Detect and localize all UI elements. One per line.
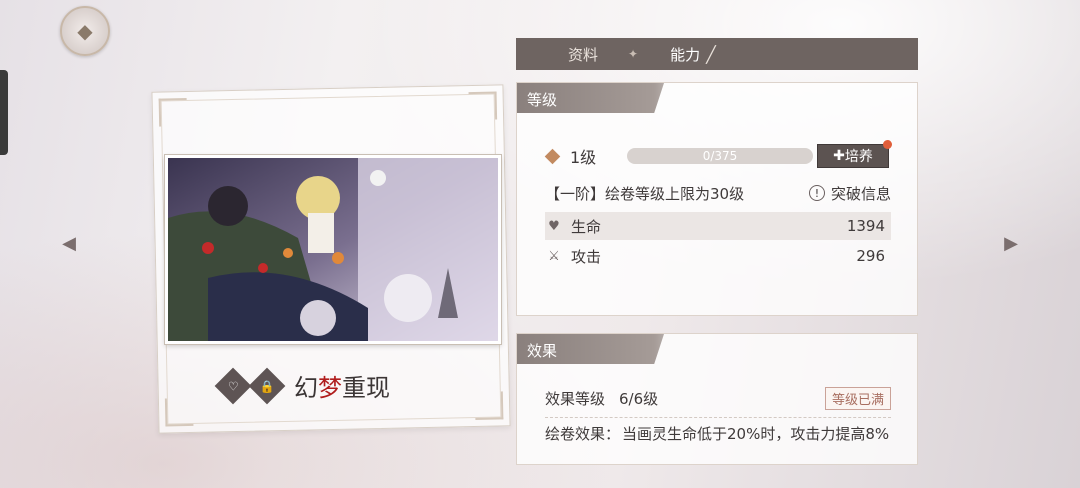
pen-icon: ╱ (706, 44, 716, 64)
effect-panel: 效果 效果等级 6/6级 等级已满 绘卷效果： 当画灵生命低于20%时，攻击力提… (516, 333, 918, 465)
frame-corner (158, 97, 188, 127)
previous-arrow-icon[interactable]: ◀ (56, 232, 82, 254)
tab-bar: 资料 ✦ 能力 ╱ (516, 38, 918, 70)
effect-description-row: 绘卷效果： 当画灵生命低于20%时，攻击力提高8% (545, 425, 891, 443)
card-artwork[interactable] (164, 154, 502, 345)
level-panel: 等级 1级 0/375 ✚ 培养 【一阶】绘卷等级上限为30级 ! 突破信息 ♥… (516, 82, 918, 316)
train-button[interactable]: ✚ 培养 (817, 140, 892, 168)
heart-icon: ♥ (548, 218, 560, 234)
divider (545, 417, 891, 418)
effect-text: 当画灵生命低于20%时，攻击力提高8% (622, 425, 890, 443)
card-name-highlight: 梦 (318, 374, 342, 402)
stat-row-attack: ⚔ 攻击 296 (545, 242, 891, 270)
stat-label: 生命 (571, 217, 602, 236)
stat-label: 攻击 (571, 247, 602, 266)
lock-icon: 🔒 (259, 378, 275, 393)
frame-corner (468, 91, 498, 121)
frame-corner (474, 391, 504, 421)
frame-corner (164, 397, 194, 427)
level-value: 1级 (570, 148, 597, 167)
effect-panel-title: 效果 (527, 342, 558, 360)
plus-icon: ✚ (833, 148, 845, 164)
effect-panel-header: 效果 (517, 334, 664, 364)
tab-ability[interactable]: 能力 (638, 44, 700, 65)
level-panel-header: 等级 (517, 83, 664, 113)
train-button-label: 培养 (844, 149, 873, 165)
effect-level-row: 效果等级 6/6级 等级已满 (545, 384, 891, 412)
effect-level-label: 效果等级 (545, 389, 606, 408)
stage-limit-text: 【一阶】绘卷等级上限为30级 (545, 184, 745, 203)
effect-label: 绘卷效果： (545, 425, 621, 443)
info-icon: ! (808, 185, 825, 201)
breakthrough-info-button[interactable]: ! 突破信息 (808, 183, 891, 204)
stat-value: 296 (856, 247, 885, 265)
card-name-suffix: 重现 (342, 374, 390, 402)
lock-button[interactable]: 🔒 (248, 367, 286, 404)
level-diamond-icon (544, 148, 561, 164)
stage-row: 【一阶】绘卷等级上限为30级 ! 突破信息 (545, 179, 891, 207)
card-footer: ♡ 🔒 幻梦重现 (214, 367, 390, 404)
favorite-button[interactable]: ♡ (214, 367, 252, 404)
card-name: 幻梦重现 (294, 368, 390, 403)
notification-dot (883, 140, 892, 149)
tab-info[interactable]: 资料 (516, 44, 598, 65)
tab-separator-icon: ✦ (628, 47, 639, 61)
exp-progress-text: 0/375 (702, 149, 738, 163)
next-arrow-icon[interactable]: ▶ (998, 232, 1024, 254)
swords-icon: ⚔ (548, 248, 560, 264)
stat-row-hp: ♥ 生命 1394 (545, 212, 891, 240)
level-row: 1级 0/375 ✚ 培养 (544, 140, 892, 169)
stat-value: 1394 (846, 217, 885, 235)
breakthrough-label: 突破信息 (830, 184, 891, 203)
back-button[interactable]: ◆ (60, 6, 110, 56)
max-level-badge: 等级已满 (824, 386, 891, 410)
heart-icon: ♡ (227, 378, 239, 393)
card-name-prefix: 幻 (294, 374, 318, 402)
effect-level-value: 6/6级 (619, 389, 659, 408)
level-panel-title: 等级 (527, 91, 558, 109)
edge-handle (0, 70, 8, 155)
exp-progress-bar: 0/375 (627, 148, 813, 164)
back-icon: ◆ (77, 19, 93, 43)
